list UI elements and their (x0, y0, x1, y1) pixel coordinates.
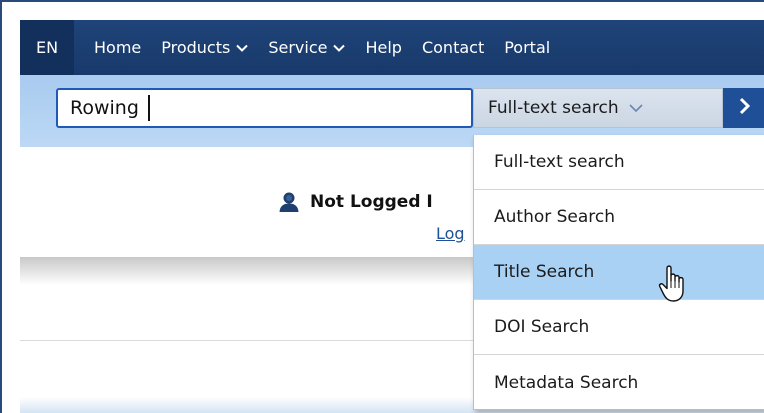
search-go-button[interactable] (723, 88, 764, 128)
nav-item-home[interactable]: Home (78, 20, 151, 75)
dropdown-option-title[interactable]: Title Search (474, 245, 764, 300)
chevron-right-icon (738, 97, 752, 119)
nav-item-label: Home (94, 38, 142, 57)
nav-item-portal[interactable]: Portal (494, 20, 560, 75)
text-caret (148, 95, 150, 121)
login-link[interactable]: Log (436, 224, 465, 243)
login-status-text: Not Logged I (310, 192, 433, 212)
language-switch[interactable]: EN (20, 20, 74, 75)
dropdown-option-metadata[interactable]: Metadata Search (474, 355, 764, 410)
chevron-down-icon (629, 98, 643, 118)
dropdown-option-label: Author Search (494, 207, 616, 227)
search-input[interactable] (56, 88, 473, 128)
dropdown-option-author[interactable]: Author Search (474, 190, 764, 245)
dropdown-option-label: DOI Search (494, 317, 590, 337)
dropdown-option-label: Metadata Search (494, 372, 639, 393)
language-label: EN (35, 38, 59, 57)
dropdown-option-label: Title Search (494, 262, 595, 282)
nav-item-label: Portal (504, 38, 551, 57)
user-icon (278, 191, 300, 213)
nav-item-label: Contact (421, 38, 485, 57)
nav-item-contact[interactable]: Contact (412, 20, 494, 75)
nav-item-service[interactable]: Service (258, 20, 355, 75)
nav-item-label: Service (268, 38, 328, 57)
search-type-dropdown: Full-text search Author Search Title Sea… (473, 135, 764, 410)
nav-item-label: Products (161, 38, 231, 57)
login-status: Not Logged I (278, 191, 433, 213)
chevron-down-icon (333, 42, 346, 54)
chevron-down-icon (236, 42, 249, 54)
nav-item-label: Help (365, 38, 402, 57)
dropdown-option-label: Full-text search (494, 152, 625, 172)
nav-item-products[interactable]: Products (151, 20, 258, 75)
top-navigation: EN Home Products Service Help Contact Po… (20, 20, 764, 75)
nav-item-help[interactable]: Help (355, 20, 411, 75)
dropdown-option-doi[interactable]: DOI Search (474, 300, 764, 355)
search-type-select[interactable]: Full-text search (473, 88, 723, 128)
page-frame: EN Home Products Service Help Contact Po… (0, 0, 764, 413)
dropdown-option-full-text[interactable]: Full-text search (474, 135, 764, 190)
search-type-selected: Full-text search (488, 98, 619, 118)
